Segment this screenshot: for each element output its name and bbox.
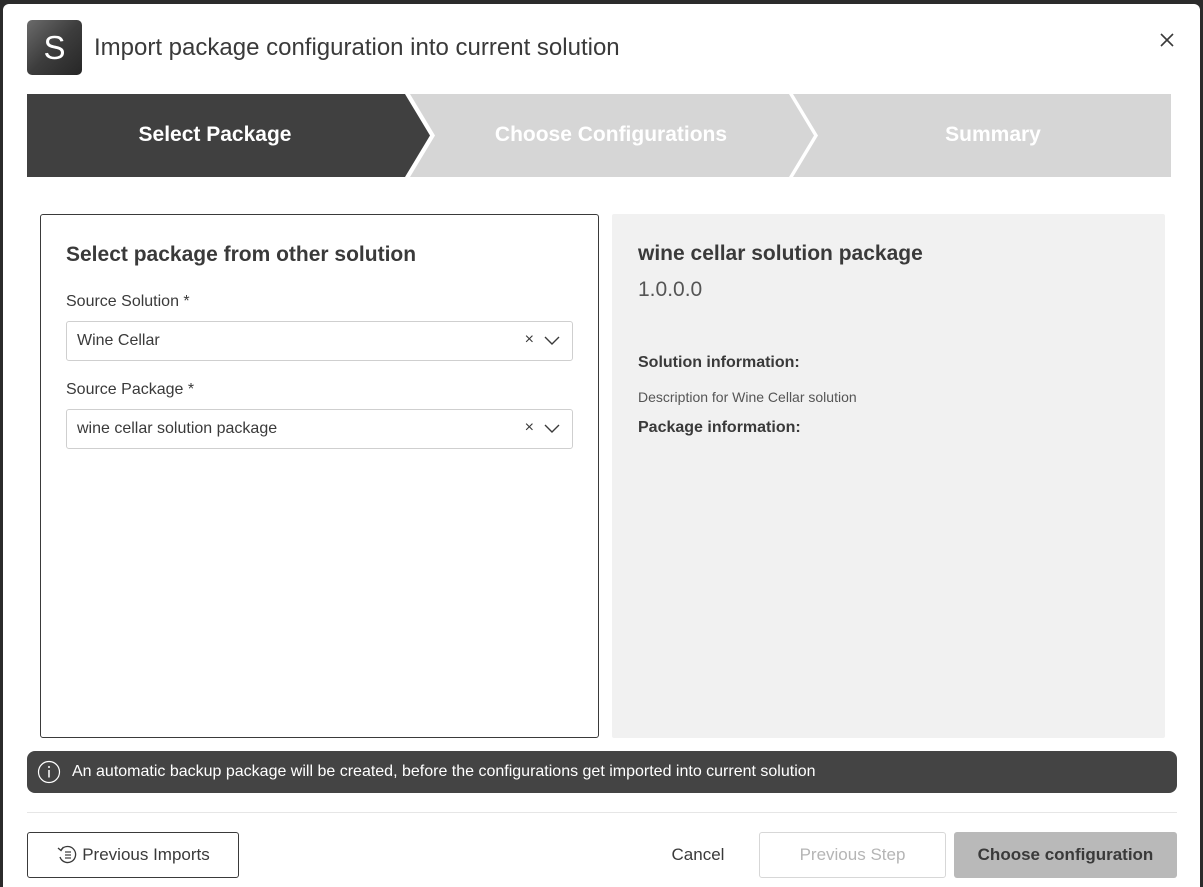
panel-title: Select package from other solution — [66, 243, 417, 266]
select-package-panel: Select package from other solution Sourc… — [40, 214, 599, 738]
source-solution-label: Source Solution * — [66, 293, 190, 310]
step-select-package[interactable]: Select Package — [27, 123, 403, 147]
source-package-select[interactable]: wine cellar solution package × — [66, 409, 573, 449]
cancel-button[interactable]: Cancel — [653, 832, 743, 878]
package-version: 1.0.0.0 — [638, 278, 703, 301]
import-dialog: S Import package configuration into curr… — [3, 4, 1200, 887]
app-logo: S — [27, 20, 82, 75]
footer-divider — [27, 812, 1177, 813]
source-solution-value: Wine Cellar — [77, 332, 160, 349]
choose-configuration-button[interactable]: Choose configuration — [954, 832, 1177, 878]
chevron-down-icon[interactable] — [544, 424, 560, 434]
backup-info-banner: An automatic backup package will be crea… — [27, 751, 1177, 793]
step-choose-configurations[interactable]: Choose Configurations — [421, 123, 801, 147]
package-info-heading: Package information: — [638, 419, 801, 436]
package-details-panel: wine cellar solution package 1.0.0.0 Sol… — [612, 214, 1165, 738]
dialog-title: Import package configuration into curren… — [94, 34, 620, 61]
source-solution-select[interactable]: Wine Cellar × — [66, 321, 573, 361]
previous-step-button[interactable]: Previous Step — [759, 832, 946, 878]
stepper: Select Package Choose Configurations Sum… — [27, 94, 1171, 177]
source-package-label: Source Package * — [66, 381, 195, 398]
chevron-down-icon[interactable] — [544, 336, 560, 346]
info-icon — [37, 760, 61, 784]
source-package-value: wine cellar solution package — [77, 420, 278, 437]
step-summary[interactable]: Summary — [805, 123, 1181, 147]
banner-message: An automatic backup package will be crea… — [72, 763, 816, 780]
clear-icon[interactable]: × — [525, 419, 534, 437]
logo-letter: S — [43, 28, 66, 66]
package-name: wine cellar solution package — [638, 242, 923, 265]
clear-icon[interactable]: × — [525, 331, 534, 349]
history-icon — [57, 845, 77, 864]
previous-imports-button[interactable]: Previous Imports — [27, 832, 239, 878]
solution-info-heading: Solution information: — [638, 354, 800, 371]
previous-imports-label: Previous Imports — [82, 845, 210, 864]
close-icon[interactable] — [1155, 28, 1179, 52]
solution-description: Description for Wine Cellar solution — [638, 389, 857, 405]
